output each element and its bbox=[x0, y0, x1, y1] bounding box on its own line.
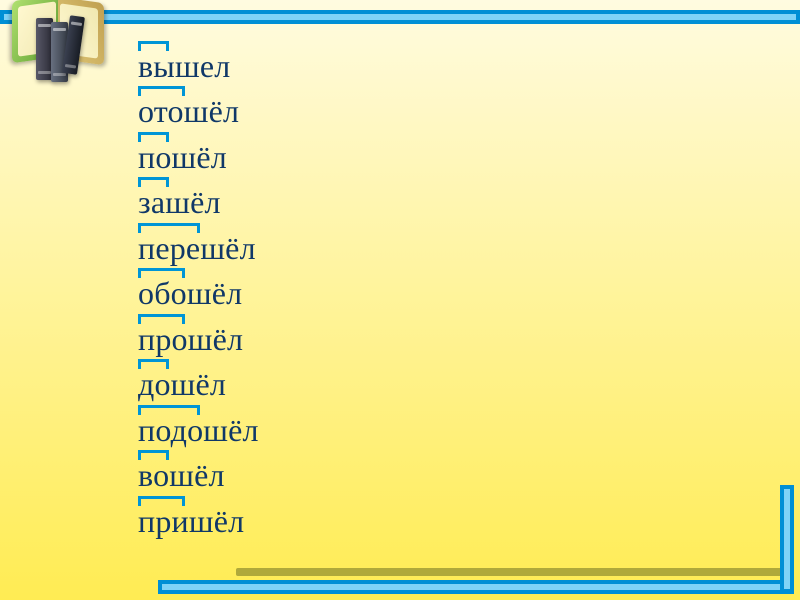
word-text: подошёл bbox=[138, 414, 259, 446]
word-text: пришёл bbox=[138, 505, 244, 537]
word-row: дошёл bbox=[138, 355, 259, 401]
word-row: вошёл bbox=[138, 446, 259, 492]
bottom-olive-bar bbox=[236, 568, 788, 576]
top-bar-inner bbox=[4, 14, 796, 20]
word-text: отошёл bbox=[138, 95, 239, 127]
prefix-bracket bbox=[138, 359, 169, 369]
word-text: дошёл bbox=[138, 368, 226, 400]
word-list: вышел отошёл пошёл зашёл перешёл обошёл прошёл… bbox=[138, 36, 259, 537]
prefix-bracket bbox=[138, 86, 185, 96]
word-row: пришёл bbox=[138, 491, 259, 537]
books-icon bbox=[12, 0, 112, 104]
word-row: зашёл bbox=[138, 173, 259, 219]
prefix-bracket bbox=[138, 132, 169, 142]
prefix-bracket bbox=[138, 223, 200, 233]
word-text: вошёл bbox=[138, 459, 225, 491]
word-row: обошёл bbox=[138, 264, 259, 310]
bottom-bar-inner bbox=[162, 584, 790, 590]
prefix-bracket bbox=[138, 405, 200, 415]
word-row: перешёл bbox=[138, 218, 259, 264]
top-bar bbox=[0, 10, 800, 24]
bottom-bar bbox=[158, 580, 794, 594]
word-text: пошёл bbox=[138, 141, 227, 173]
word-text: перешёл bbox=[138, 232, 256, 264]
prefix-bracket bbox=[138, 450, 169, 460]
prefix-bracket bbox=[138, 314, 185, 324]
word-text: прошёл bbox=[138, 323, 243, 355]
word-row: подошёл bbox=[138, 400, 259, 446]
side-bar-inner bbox=[784, 489, 790, 589]
word-text: вышел bbox=[138, 50, 230, 82]
prefix-bracket bbox=[138, 496, 185, 506]
word-row: вышел bbox=[138, 36, 259, 82]
prefix-bracket bbox=[138, 177, 169, 187]
prefix-bracket bbox=[138, 41, 169, 51]
word-row: пошёл bbox=[138, 127, 259, 173]
prefix-bracket bbox=[138, 268, 185, 278]
word-text: обошёл bbox=[138, 277, 242, 309]
word-text: зашёл bbox=[138, 186, 221, 218]
word-row: прошёл bbox=[138, 309, 259, 355]
side-bar bbox=[780, 485, 794, 593]
word-row: отошёл bbox=[138, 82, 259, 128]
